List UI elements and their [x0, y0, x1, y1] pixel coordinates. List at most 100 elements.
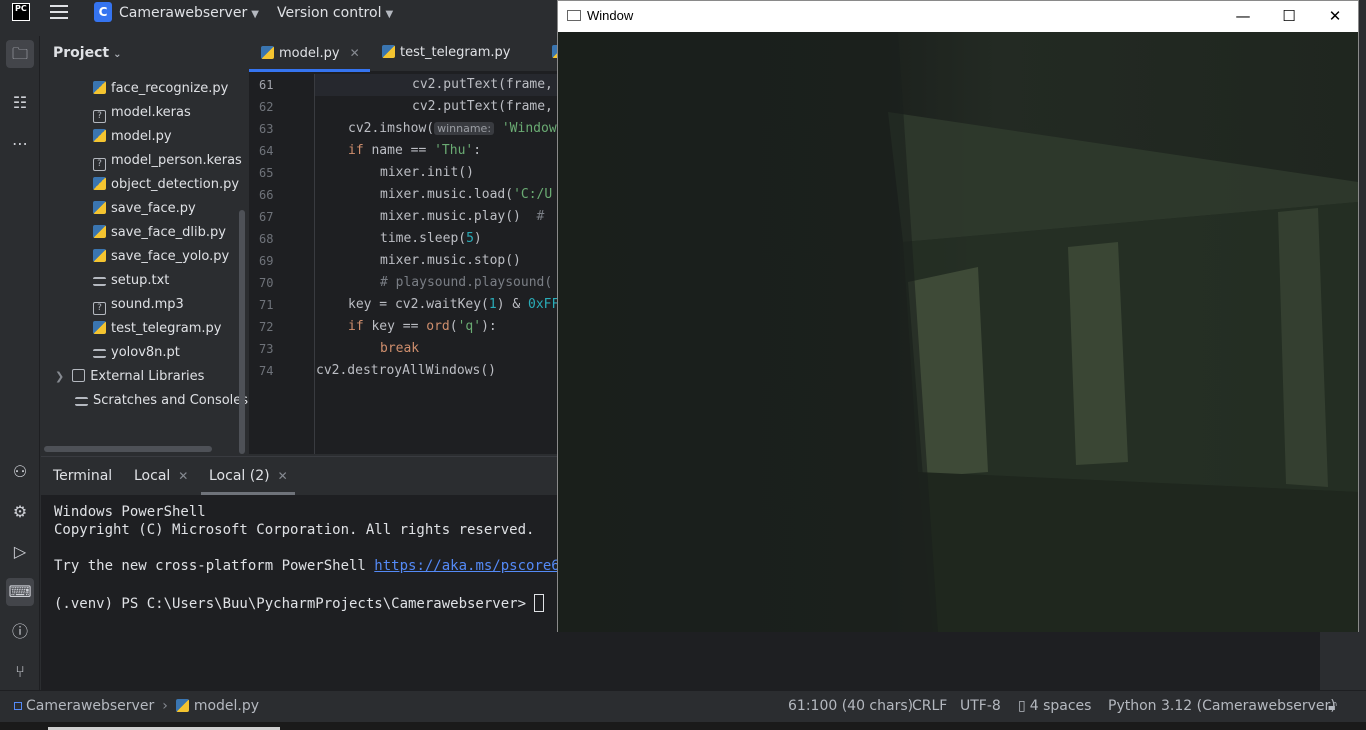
python-file-icon [175, 699, 189, 712]
python-file-icon [93, 129, 106, 142]
code-line-66: mixer.music.load('C:/U [380, 187, 553, 202]
python-file-icon [382, 45, 395, 58]
file-encoding[interactable]: UTF-8 [960, 698, 1001, 714]
code-line-70: # playsound.playsound( [380, 275, 553, 290]
line-number: 68 [259, 232, 274, 246]
tree-item-setup-txt[interactable]: setup.txt [93, 270, 169, 292]
line-number: 71 [259, 298, 274, 312]
camera-frame [558, 32, 1358, 632]
code-editor[interactable]: model.py ✕ test_telegram.py 61 62 63 64 6… [249, 36, 565, 454]
tree-item-object-detection[interactable]: object_detection.py [93, 174, 239, 196]
tab-overflow[interactable] [540, 36, 565, 72]
python-packages-icon[interactable]: ⚇ [6, 458, 34, 486]
chevron-down-icon: ⌄ [113, 49, 122, 60]
module-icon [14, 702, 22, 710]
python-file-icon [261, 46, 274, 59]
close-icon[interactable]: ✕ [350, 46, 360, 60]
line-number: 66 [259, 188, 274, 202]
code-line-73: break [380, 341, 420, 356]
tree-item-model-person-keras[interactable]: ? model_person.keras [93, 150, 242, 172]
structure-icon[interactable]: ☷ [6, 89, 34, 117]
line-number: 62 [259, 100, 274, 114]
opencv-window[interactable]: Window — ☐ ✕ [557, 0, 1359, 632]
main-menu-icon[interactable] [50, 5, 68, 19]
chevron-right-icon: › [162, 698, 168, 714]
line-number: 61 [259, 78, 274, 92]
code-line-69: mixer.music.stop() [380, 253, 521, 268]
breadcrumb[interactable]: Camerawebserver › model.py [14, 698, 259, 714]
run-icon[interactable]: ▷ [6, 538, 34, 566]
project-panel-title[interactable]: Project ⌄ [53, 45, 121, 61]
code-line-74: cv2.destroyAllWindows() [316, 363, 497, 378]
text-file-icon [93, 277, 106, 286]
python-interpreter[interactable]: Python 3.12 (Camerawebserver) [1108, 698, 1336, 714]
tree-item-scratches[interactable]: Scratches and Consoles [75, 390, 248, 412]
chevron-right-icon: ❯ [55, 370, 65, 383]
python-file-icon [93, 177, 106, 190]
code-line-71: key = cv2.waitKey(1) & 0xFF [348, 297, 560, 312]
line-number: 74 [259, 364, 274, 378]
chevron-down-icon: ▼ [251, 9, 259, 20]
caret-position[interactable]: 61:100 (40 chars) [788, 698, 913, 714]
more-icon[interactable]: ⋯ [6, 130, 34, 158]
minimize-button[interactable]: — [1228, 5, 1258, 27]
code-line-62: cv2.putText(frame, [412, 99, 553, 114]
python-file-icon [93, 81, 106, 94]
line-number: 65 [259, 166, 274, 180]
tree-item-yolov8n[interactable]: yolov8n.pt [93, 342, 180, 364]
version-control-menu[interactable]: Version control ▼ [277, 5, 393, 21]
line-separator[interactable]: CRLF [912, 698, 947, 714]
line-number: 63 [259, 122, 274, 136]
tree-item-save-face-yolo[interactable]: save_face_yolo.py [93, 246, 229, 268]
tree-item-face-recognize[interactable]: face_recognize.py [93, 78, 228, 100]
pscore-link[interactable]: https://aka.ms/pscore6 [374, 558, 559, 574]
project-badge: C [94, 2, 112, 22]
tool-window-stripe: 🗀 ☷ ⋯ ⚇ ⚙ ▷ ⌨ ⓘ ⑂ [0, 36, 40, 690]
services-icon[interactable]: ⚙ [6, 498, 34, 526]
tree-item-model-py[interactable]: model.py [93, 126, 172, 148]
lock-icon[interactable]: 🔓︎ [1328, 698, 1337, 714]
pycharm-logo: PC [12, 3, 30, 21]
project-folder-icon[interactable]: 🗀 [6, 40, 34, 68]
tree-item-save-face[interactable]: save_face.py [93, 198, 196, 220]
indent-setting[interactable]: ▯ 4 spaces [1018, 698, 1091, 714]
code-line-63: cv2.imshow(winname: 'Window [348, 121, 557, 136]
unknown-file-icon: ? [93, 110, 106, 123]
opencv-titlebar[interactable]: Window — ☐ ✕ [558, 1, 1358, 32]
project-switcher[interactable]: Camerawebserver ▼ [119, 5, 259, 21]
line-number: 64 [259, 144, 274, 158]
tree-item-model-keras[interactable]: ? model.keras [93, 102, 191, 124]
tab-local[interactable]: Local ✕ [134, 457, 188, 495]
tree-item-save-face-dlib[interactable]: save_face_dlib.py [93, 222, 226, 244]
code-line-68: time.sleep(5) [380, 231, 482, 246]
unknown-file-icon: ? [93, 302, 106, 315]
library-icon [72, 369, 86, 382]
close-icon[interactable]: ✕ [278, 469, 288, 483]
tree-item-sound-mp3[interactable]: ? sound.mp3 [93, 294, 184, 316]
version-control-label: Version control [277, 5, 382, 21]
unknown-file-icon: ? [93, 158, 106, 171]
maximize-button[interactable]: ☐ [1274, 5, 1304, 27]
tree-item-test-telegram[interactable]: test_telegram.py [93, 318, 221, 340]
git-icon[interactable]: ⑂ [6, 658, 34, 686]
close-button[interactable]: ✕ [1320, 5, 1350, 27]
tree-item-external-libraries[interactable]: ❯ External Libraries [55, 366, 204, 388]
line-number: 67 [259, 210, 274, 224]
terminal-line: Try the new cross-platform PowerShell ht… [54, 558, 560, 574]
editor-tabs: model.py ✕ test_telegram.py [249, 36, 565, 72]
project-scrollbar-horizontal[interactable] [44, 446, 212, 452]
close-icon[interactable]: ✕ [178, 469, 188, 483]
tab-test-telegram[interactable]: test_telegram.py [370, 36, 540, 72]
status-bar: Camerawebserver › model.py 61:100 (40 char… [0, 690, 1366, 722]
code-line-67: mixer.music.play() # [380, 209, 553, 224]
project-scrollbar-vertical[interactable] [239, 210, 245, 454]
tab-model-py[interactable]: model.py ✕ [249, 36, 370, 72]
python-file-icon [93, 201, 106, 214]
tab-local-2[interactable]: Local (2) ✕ [201, 457, 295, 495]
terminal-prompt[interactable]: (.venv) PS C:\Users\Buu\PycharmProjects\… [54, 594, 545, 612]
python-file-icon [93, 249, 106, 262]
terminal-icon[interactable]: ⌨ [6, 578, 34, 606]
problems-icon[interactable]: ⓘ [6, 618, 34, 646]
line-number: 70 [259, 276, 274, 290]
text-file-icon [93, 349, 106, 358]
